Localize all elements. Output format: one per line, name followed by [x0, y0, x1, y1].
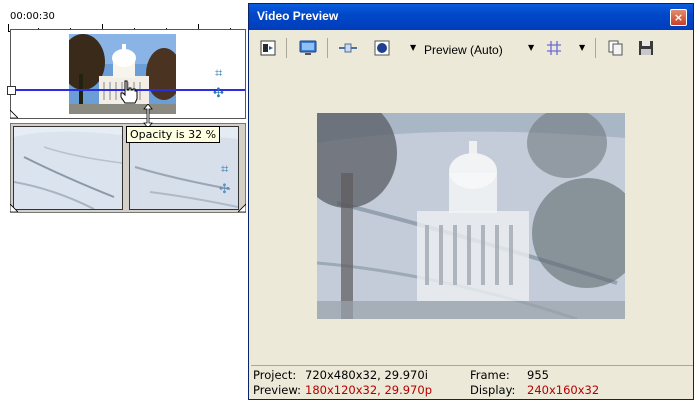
preview-info-panel: Project: 720x480x32, 29.970i Frame: 955 …: [251, 365, 693, 400]
fade-handle-left-icon-2[interactable]: [10, 204, 18, 212]
fade-handle-right-icon[interactable]: [238, 204, 246, 212]
video-preview-frame[interactable]: [317, 113, 625, 319]
preview-label: Preview:: [253, 383, 302, 397]
external-monitor-button[interactable]: [299, 39, 317, 57]
copy-snapshot-button[interactable]: [607, 39, 625, 57]
title-bar[interactable]: Video Preview ×: [249, 4, 693, 30]
resize-arrow-icon: [143, 104, 153, 128]
track-motion-icon[interactable]: ✣: [213, 86, 224, 101]
project-label: Project:: [253, 368, 297, 382]
split-screen-icon: [339, 43, 357, 53]
crop-icon-2[interactable]: ⌗: [221, 162, 228, 177]
grid-button[interactable]: [545, 39, 563, 57]
timeline-panel: 00:00:30 ⌗ ✣ ⌗ ✣ Opacity is 32 %: [0, 0, 248, 402]
copy-icon: [608, 40, 623, 56]
hand-cursor-icon: [120, 80, 138, 104]
frame-label: Frame:: [470, 368, 510, 382]
overlay-icon: [374, 40, 390, 56]
split-screen-button[interactable]: [339, 39, 357, 57]
overlays-button[interactable]: [373, 39, 391, 57]
project-value: 720x480x32, 29.970i: [305, 368, 428, 382]
video-track-1[interactable]: ⌗ ✣: [7, 29, 246, 119]
display-value: 240x160x32: [527, 383, 600, 397]
snow-clip-thumbnail-1[interactable]: [13, 126, 123, 210]
preview-value: 180x120x32, 29.970p: [305, 383, 432, 397]
video-preview-window: Video Preview × ▼ Preview (Auto) ▼ ▼ Pro…: [248, 3, 694, 400]
overlay-dropdown-arrow-icon[interactable]: ▼: [410, 43, 416, 52]
preview-toolbar: ▼ Preview (Auto) ▼ ▼: [249, 34, 693, 62]
display-label: Display:: [470, 383, 516, 397]
fade-handle-left-icon[interactable]: [10, 110, 18, 118]
timecode-label: 00:00:30: [10, 11, 55, 22]
frame-value: 955: [527, 368, 549, 382]
monitor-icon: [299, 40, 317, 55]
track-motion-icon-2[interactable]: ✣: [219, 182, 230, 197]
window-title: Video Preview: [257, 9, 339, 23]
close-button[interactable]: ×: [670, 9, 687, 26]
properties-icon: [260, 40, 276, 56]
save-snapshot-button[interactable]: [637, 39, 655, 57]
video-output-settings-button[interactable]: [259, 39, 277, 57]
opacity-tooltip: Opacity is 32 %: [126, 126, 221, 143]
grid-dropdown-arrow-icon[interactable]: ▼: [579, 43, 585, 52]
envelope-handle-start[interactable]: [7, 86, 16, 95]
preview-quality-selector[interactable]: Preview (Auto): [424, 43, 503, 57]
grid-icon: [547, 41, 561, 55]
crop-icon[interactable]: ⌗: [215, 66, 222, 81]
preview-quality-dropdown-arrow-icon[interactable]: ▼: [528, 43, 534, 52]
save-icon: [639, 41, 653, 55]
